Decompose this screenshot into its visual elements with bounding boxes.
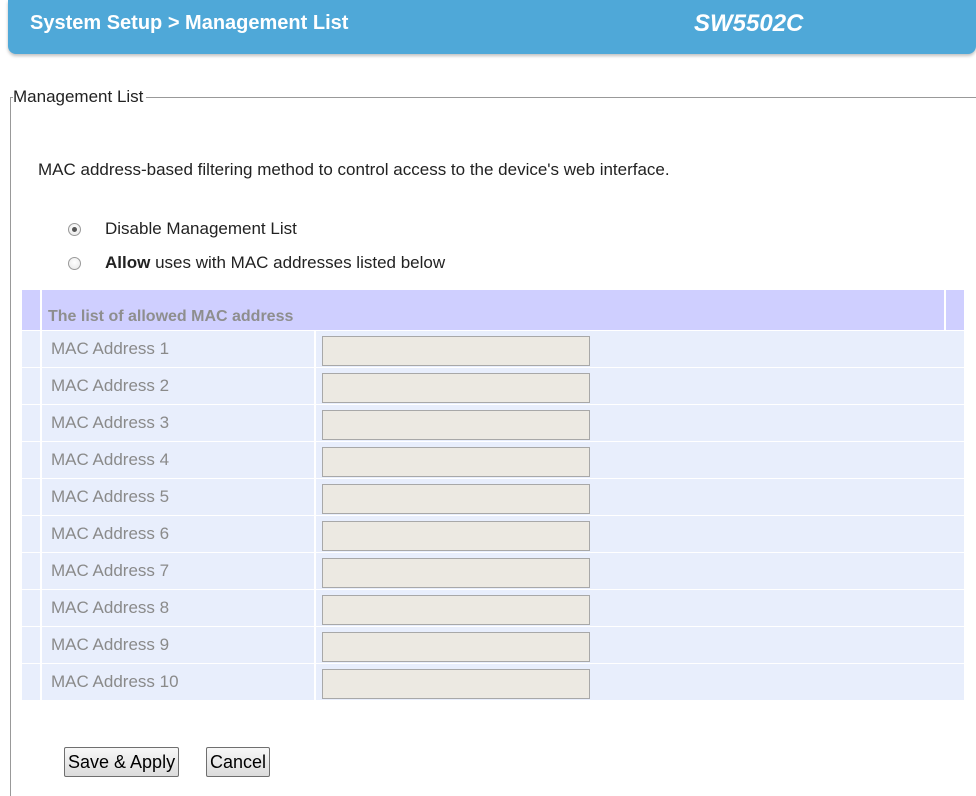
table-row: MAC Address 8: [22, 590, 964, 626]
mac-address-table: The list of allowed MAC address MAC Addr…: [22, 290, 964, 700]
allow-option[interactable]: Allow uses with MAC addresses listed bel…: [68, 252, 445, 274]
mac-address-label: MAC Address 8: [51, 598, 170, 617]
table-row: MAC Address 2: [22, 368, 964, 404]
mac-address-input[interactable]: [322, 632, 590, 662]
mac-address-input[interactable]: [322, 669, 590, 699]
breadcrumb: System Setup > Management List: [30, 12, 349, 34]
mac-address-input[interactable]: [322, 595, 590, 625]
fieldset-legend: Management List: [13, 87, 147, 107]
table-header-label: The list of allowed MAC address: [48, 308, 294, 325]
table-row: MAC Address 9: [22, 627, 964, 663]
device-model: SW5502C: [694, 10, 804, 37]
mac-address-input[interactable]: [322, 447, 590, 477]
mac-address-label: MAC Address 9: [51, 635, 170, 654]
disable-label: Disable Management List: [105, 219, 297, 238]
mac-address-label: MAC Address 4: [51, 450, 170, 469]
mac-address-input[interactable]: [322, 521, 590, 551]
mac-address-input[interactable]: [322, 336, 590, 366]
mac-address-label: MAC Address 6: [51, 524, 170, 543]
page-header: System Setup > Management List SW5502C: [8, 0, 976, 54]
mac-address-label: MAC Address 3: [51, 413, 170, 432]
mac-address-input[interactable]: [322, 373, 590, 403]
mac-address-input[interactable]: [322, 558, 590, 588]
mac-address-label: MAC Address 7: [51, 561, 170, 580]
mac-address-input[interactable]: [322, 484, 590, 514]
disable-radio[interactable]: [68, 222, 81, 236]
cancel-button[interactable]: Cancel: [206, 747, 271, 777]
allow-bold-text: Allow: [105, 253, 151, 272]
table-header: The list of allowed MAC address: [22, 290, 964, 330]
allow-rest-text: uses with MAC addresses listed below: [150, 253, 446, 272]
table-row: MAC Address 1: [22, 331, 964, 367]
allow-radio[interactable]: [68, 256, 81, 270]
table-row: MAC Address 3: [22, 405, 964, 441]
allow-label: Allow uses with MAC addresses listed bel…: [105, 253, 445, 273]
table-row: MAC Address 10: [22, 664, 964, 700]
disable-option[interactable]: Disable Management List: [68, 218, 297, 240]
mac-address-label: MAC Address 1: [51, 339, 170, 358]
table-row: MAC Address 6: [22, 516, 964, 552]
table-row: MAC Address 5: [22, 479, 964, 515]
mac-address-label: MAC Address 2: [51, 376, 170, 395]
mac-address-input[interactable]: [322, 410, 590, 440]
section-description: MAC address-based filtering method to co…: [38, 160, 670, 179]
table-row: MAC Address 4: [22, 442, 964, 478]
save-apply-button[interactable]: Save & Apply: [64, 747, 180, 777]
table-row: MAC Address 7: [22, 553, 964, 589]
mac-address-label: MAC Address 10: [51, 672, 179, 691]
mac-address-label: MAC Address 5: [51, 487, 170, 506]
